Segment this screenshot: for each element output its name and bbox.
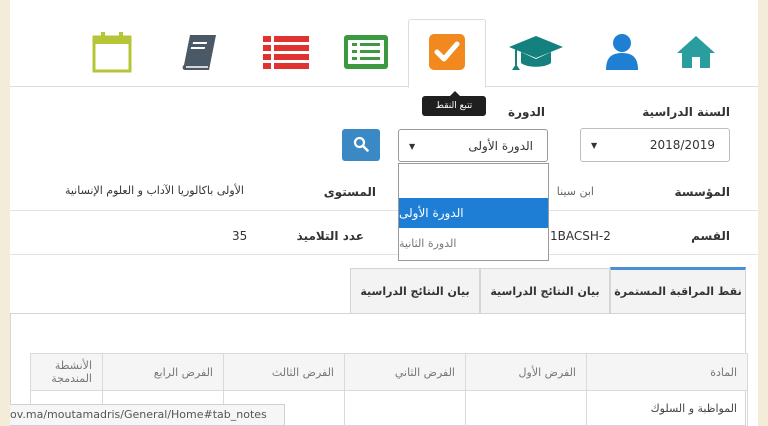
nav-schooling[interactable] — [504, 20, 568, 86]
nav-calendar[interactable] — [80, 20, 144, 86]
top-nav — [10, 0, 758, 88]
institution-value: ابن سينا — [556, 185, 594, 198]
search-icon — [353, 136, 369, 155]
search-button[interactable] — [342, 129, 380, 161]
status-bar-url: ov.ma/moutamadris/General/Home#tab_notes — [10, 404, 285, 426]
level-value: الأولى باكالوريا الآداب و العلوم الإنسان… — [64, 184, 244, 197]
column-header-test-4: الفرض الرابع — [102, 353, 224, 391]
graduation-cap-icon — [507, 32, 565, 75]
students-label: عدد التلاميذ — [296, 229, 364, 243]
list-green-icon — [343, 34, 389, 73]
students-value: 35 — [232, 229, 248, 243]
tab-results-statement-2[interactable]: بيان النتائج الدراسية — [350, 268, 480, 314]
year-select[interactable]: ▼ 2018/2019 — [580, 128, 730, 162]
nav-list[interactable] — [334, 20, 398, 86]
nav-books[interactable] — [168, 20, 232, 86]
session-select-value: الدورة الأولى — [468, 139, 533, 153]
tab-results-statement[interactable]: بيان النتائج الدراسية — [480, 268, 610, 314]
session-option-empty[interactable] — [399, 166, 548, 196]
calendar-icon — [92, 31, 132, 76]
column-header-activities: الأنشطة المندمجة — [30, 353, 103, 391]
year-select-value: 2018/2019 — [649, 138, 715, 152]
column-header-test-3: الفرض الثالث — [223, 353, 345, 391]
table-cell-subject: المواظبة و السلوك — [586, 390, 748, 426]
nav-timetable[interactable] — [254, 20, 318, 86]
level-label: المستوى — [323, 185, 376, 199]
user-icon — [604, 32, 640, 75]
session-dropdown: الدورة الأولى الدورة الثانية — [398, 163, 549, 261]
list-red-icon — [261, 34, 311, 73]
caret-down-icon: ▼ — [591, 141, 598, 150]
divider — [10, 254, 758, 255]
column-header-test-1: الفرض الأول — [465, 353, 587, 391]
book-icon — [180, 32, 220, 75]
checkbox-icon — [428, 33, 466, 74]
nav-grades[interactable] — [408, 19, 486, 88]
column-header-subject: المادة — [586, 353, 748, 391]
session-option-second[interactable]: الدورة الثانية — [399, 228, 548, 258]
class-label: القسم — [691, 229, 730, 243]
divider — [10, 210, 758, 211]
session-label: الدورة — [508, 105, 546, 119]
table-cell[interactable] — [465, 390, 587, 426]
table-header-row: المادة الفرض الأول الفرض الثاني الفرض ال… — [30, 353, 748, 391]
caret-down-icon: ▼ — [409, 142, 416, 151]
table-cell[interactable] — [344, 390, 466, 426]
nav-home[interactable] — [664, 20, 728, 86]
session-select[interactable]: ▼ الدورة الأولى — [398, 129, 548, 162]
year-label: السنة الدراسية — [642, 105, 730, 119]
column-header-test-2: الفرض الثاني — [344, 353, 466, 391]
institution-label: المؤسسة — [674, 185, 730, 199]
nav-profile[interactable] — [590, 20, 654, 86]
class-value: 1BACSH-2 — [550, 229, 611, 243]
tab-continuous-assessment[interactable]: نقط المراقبة المستمرة — [610, 267, 746, 313]
tooltip: تتبع النقط — [422, 91, 486, 116]
page: تتبع النقط السنة الدراسية ▼ 2018/2019 ال… — [10, 0, 758, 426]
home-icon — [675, 34, 717, 73]
session-option-first[interactable]: الدورة الأولى — [399, 198, 548, 228]
